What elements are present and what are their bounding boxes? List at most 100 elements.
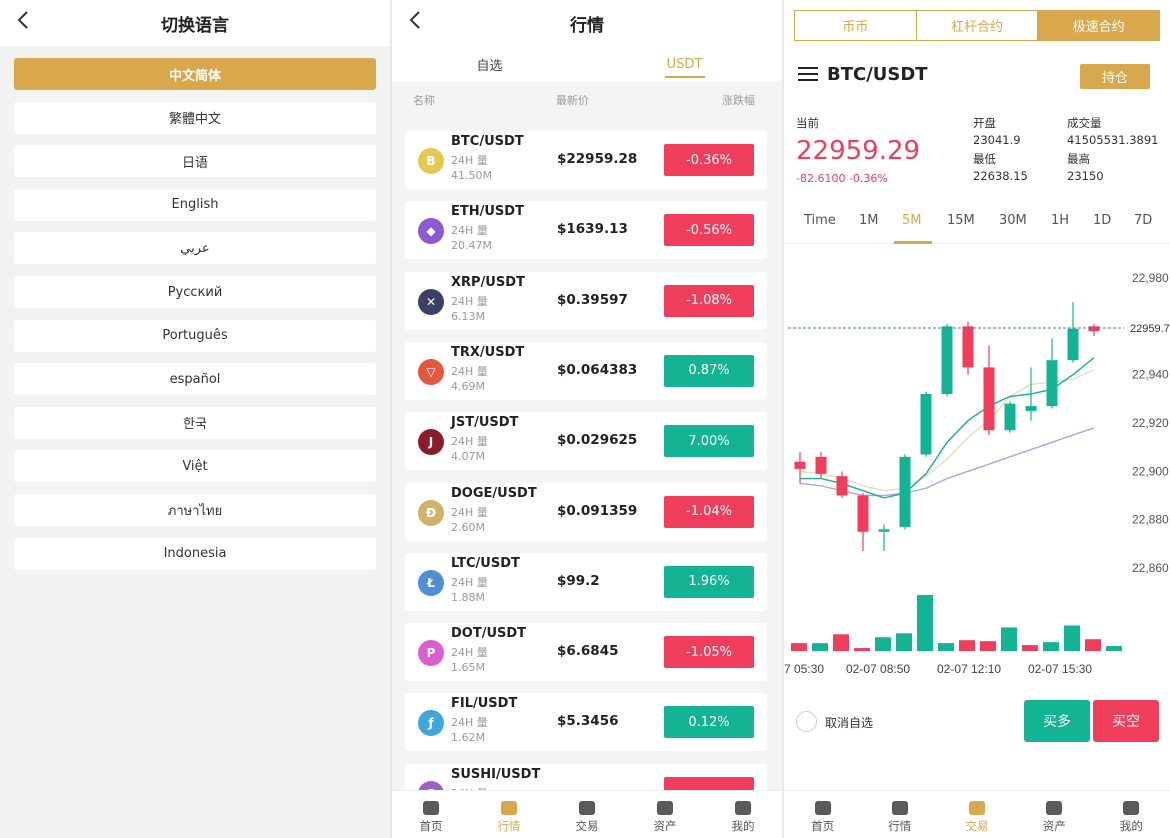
hold-button[interactable]: 持仓 — [1080, 64, 1150, 89]
volume-label: 24H 量 — [451, 505, 488, 519]
change-badge[interactable]: -0.36% — [664, 144, 754, 176]
tab-usdt[interactable]: USDT — [587, 46, 782, 82]
volume-bar — [917, 595, 933, 651]
menu-icon[interactable] — [798, 67, 818, 82]
candle-body — [962, 326, 974, 368]
unfavorite-label: 取消自选 — [825, 716, 874, 730]
pair-name: XRP/USDT — [451, 274, 525, 290]
dot-icon: P — [418, 640, 444, 667]
table-row[interactable]: Ł LTC/USDT 24H 量 1.88M $99.2 1.96% — [405, 552, 767, 611]
back-icon[interactable] — [16, 10, 38, 34]
volume-bar — [875, 637, 891, 651]
change-badge[interactable]: 0.87% — [664, 354, 754, 387]
change-badge[interactable]: -1.05% — [664, 636, 754, 669]
timeframe-1m[interactable]: 1M — [859, 213, 879, 228]
timeframe-5m[interactable]: 5M — [902, 213, 922, 228]
table-row[interactable]: ▽ TRX/USDT 24H 量 4.69M $0.064383 0.87% — [405, 341, 767, 400]
nav-item[interactable]: 资产 — [626, 791, 704, 838]
nav-item[interactable]: 交易 — [548, 791, 626, 838]
volume-bar — [938, 643, 954, 651]
nav-item[interactable]: 行情 — [861, 791, 938, 838]
tab-favorites[interactable]: 自选 — [392, 46, 587, 82]
language-option[interactable]: Português — [14, 319, 376, 352]
language-option[interactable]: 中文简体 — [14, 58, 376, 90]
timeframe-1h[interactable]: 1H — [1051, 213, 1069, 228]
buy-short-button[interactable]: 买空 — [1093, 700, 1159, 742]
buy-long-button[interactable]: 买多 — [1024, 700, 1090, 742]
tab-spot[interactable]: 币币 — [795, 11, 917, 40]
nav-label: 行情 — [888, 819, 912, 833]
candle-body — [878, 529, 890, 532]
volume-bar — [791, 643, 807, 651]
volume-value: 6.13M — [451, 309, 485, 323]
table-row[interactable]: ◆ ETH/USDT 24H 量 20.47M $1639.13 -0.56% — [405, 201, 767, 260]
open-value: 23041.9 — [973, 133, 1021, 147]
candle-body — [983, 367, 995, 431]
language-option[interactable]: 繁體中文 — [14, 101, 376, 134]
candle-body — [857, 495, 869, 532]
x-tick-label: 7 05:30 — [784, 662, 824, 676]
table-row[interactable]: J JST/USDT 24H 量 4.07M $0.029625 7.00% — [405, 412, 767, 471]
volume-bar — [833, 634, 849, 651]
nav-item[interactable]: 行情 — [470, 791, 548, 838]
timeframe-time[interactable]: Time — [804, 213, 836, 228]
change-badge[interactable]: -0.56% — [664, 214, 754, 247]
y-tick-label: 22,900 — [1132, 464, 1169, 478]
tab-quick-contract[interactable]: 极速合约 — [1038, 11, 1160, 40]
volume-label: 24H 量 — [451, 575, 488, 589]
pair-name: JST/USDT — [451, 415, 519, 431]
back-icon[interactable] — [408, 10, 430, 34]
language-option[interactable]: English — [14, 188, 376, 221]
change-badge[interactable]: -1.04% — [664, 495, 754, 528]
kline-chart[interactable]: 22959.7 22,980 22,940 22,920 22,900 22,880 22,… — [784, 245, 1170, 681]
user-icon — [735, 801, 751, 815]
volume-info: 24H 量 1.65M — [451, 645, 488, 675]
timeframe-30m[interactable]: 30M — [999, 213, 1027, 228]
timeframe-1d[interactable]: 1D — [1093, 213, 1111, 228]
last-price: $0.39597 — [557, 291, 628, 308]
nav-label: 资产 — [1042, 819, 1066, 833]
language-option[interactable]: 한국 — [14, 406, 376, 439]
chart-icon — [501, 801, 517, 815]
volume-bar — [896, 633, 912, 651]
nav-item[interactable]: 资产 — [1016, 791, 1093, 838]
home-icon — [423, 801, 439, 815]
trade-screen: 币币 杠杆合约 极速合约 BTC/USDT 持仓 当前 22959.29 -82… — [784, 0, 1170, 838]
trade-icon — [579, 801, 595, 815]
favorite-checkbox[interactable] — [796, 711, 817, 732]
candle-body — [1046, 360, 1058, 407]
table-row[interactable]: P DOT/USDT 24H 量 1.65M $6.6845 -1.05% — [405, 623, 767, 682]
change-badge[interactable]: 1.96% — [664, 565, 754, 598]
language-option[interactable]: Việt — [14, 450, 376, 483]
table-row[interactable]: B BTC/USDT 24H 量 41.50M $22959.28 -0.36% — [405, 131, 767, 189]
change-badge[interactable]: 7.00% — [664, 425, 754, 458]
nav-label: 资产 — [653, 819, 677, 833]
nav-item[interactable]: 我的 — [704, 791, 782, 838]
nav-item[interactable]: 首页 — [784, 791, 861, 838]
language-option[interactable]: 日语 — [14, 145, 376, 178]
pair-name: FIL/USDT — [451, 696, 518, 712]
language-option[interactable]: ภาษาไทย — [14, 494, 376, 526]
column-price: 最新价 — [556, 94, 589, 107]
nav-item[interactable]: 首页 — [392, 791, 470, 838]
change-badge[interactable]: 0.12% — [664, 706, 754, 739]
timeframe-15m[interactable]: 15M — [947, 213, 975, 228]
timeframe-7d[interactable]: 7D — [1134, 213, 1152, 228]
language-option[interactable]: español — [14, 363, 376, 396]
symbol-selector[interactable]: BTC/USDT — [798, 64, 928, 85]
language-option[interactable]: Русский — [14, 276, 376, 308]
language-option[interactable]: عربي — [14, 232, 376, 265]
page-title: 行情 — [570, 15, 604, 36]
table-row[interactable]: ✕ XRP/USDT 24H 量 6.13M $0.39597 -1.08% — [405, 271, 767, 330]
btc-icon: B — [418, 148, 444, 174]
page-title: 切换语言 — [161, 15, 229, 36]
table-row[interactable]: Ð DOGE/USDT 24H 量 2.60M $0.091359 -1.04% — [405, 482, 767, 541]
column-name: 名称 — [413, 94, 435, 107]
table-row[interactable]: ƒ FIL/USDT 24H 量 1.62M $5.3456 0.12% — [405, 693, 767, 752]
nav-item[interactable]: 交易 — [938, 791, 1015, 838]
nav-item[interactable]: 我的 — [1093, 791, 1170, 838]
tab-leverage[interactable]: 杠杆合约 — [917, 11, 1039, 40]
volume-value: 4.69M — [451, 379, 485, 393]
change-badge[interactable]: -1.08% — [664, 284, 754, 317]
language-option[interactable]: Indonesia — [14, 537, 376, 570]
